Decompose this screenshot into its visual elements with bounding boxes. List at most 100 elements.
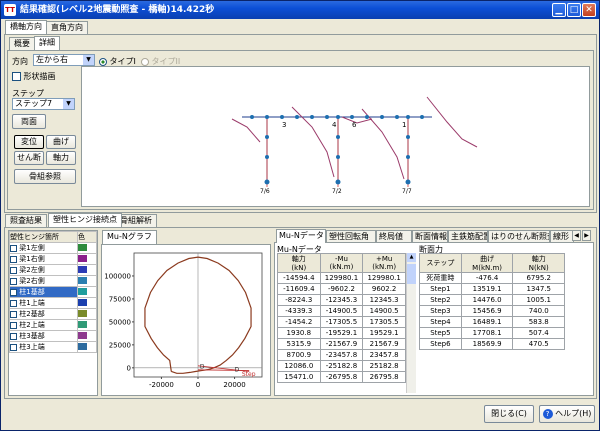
maximize-icon: □: [569, 5, 579, 15]
node-label: 1: [402, 121, 406, 129]
column-header: ステップ: [419, 253, 462, 273]
step-table-wrap[interactable]: ステップ 曲げ M(kN.m) 軸力 N(kN) 死荷重時 -476.4 6795.2 S…: [419, 253, 567, 350]
hinge-color-cell: [77, 242, 97, 254]
radio-on-icon: [99, 57, 107, 66]
table-cell: Step4: [419, 316, 462, 328]
table-row[interactable]: 15471.0 -26795.8 26795.8: [277, 371, 406, 383]
table-cell: 1347.5: [512, 283, 565, 295]
tab-bridge-axis[interactable]: 橋軸方向: [5, 20, 47, 34]
table-row[interactable]: -8224.3 -12345.3 12345.3: [277, 294, 406, 306]
checkbox-icon[interactable]: [10, 310, 17, 318]
tab-overview[interactable]: 概要: [9, 37, 35, 50]
table-row[interactable]: Step5 17708.1 507.4: [419, 327, 565, 339]
data-tab[interactable]: Mu-Nデータ: [276, 229, 326, 243]
hinge-row[interactable]: 梁2右側: [9, 275, 97, 287]
result-window: TT 結果確認(レベル2地震動照査 - 橋軸)14.422秒 ▁ □ ✕ 橋軸方…: [0, 0, 600, 431]
minimize-button[interactable]: ▁: [552, 3, 566, 17]
column-header: +Mu (kN.m): [362, 253, 406, 273]
table-row[interactable]: Step1 13519.1 1347.5: [419, 283, 565, 295]
table-row[interactable]: 5315.9 -21567.9 21567.9: [277, 338, 406, 350]
tab-scroll-right-button[interactable]: ▶: [582, 230, 591, 241]
table-row[interactable]: -4339.3 -14900.5 14900.5: [277, 305, 406, 317]
table-row[interactable]: -1454.2 -17305.5 17305.5: [277, 316, 406, 328]
hinge-row[interactable]: 柱3上端: [9, 341, 97, 353]
title-bar[interactable]: TT 結果確認(レベル2地震動照査 - 橋軸)14.422秒 ▁ □ ✕: [1, 1, 599, 19]
table-row[interactable]: Step2 14476.0 1005.1: [419, 294, 565, 306]
checkbox-icon[interactable]: [10, 255, 17, 263]
table-row[interactable]: 12086.0 -25182.8 25182.8: [277, 360, 406, 372]
mu-n-table-wrap[interactable]: 軸力 (kN) -Mu (kN.m) +Mu (kN.m) -14594.4 1299…: [277, 253, 416, 393]
displacement-button[interactable]: 変位: [14, 135, 44, 149]
help-button[interactable]: ? ヘルプ(H): [539, 405, 595, 423]
hinge-row[interactable]: 柱1基部: [9, 286, 97, 298]
table-row[interactable]: Step3 15456.9 740.0: [419, 305, 565, 317]
table-cell: -12345.3: [319, 294, 364, 306]
step-select[interactable]: ステップ7 ▼: [12, 98, 75, 110]
color-swatch: [78, 331, 87, 339]
tab-scroll-left-button[interactable]: ◀: [572, 230, 581, 241]
chevron-down-icon: ▼: [83, 55, 94, 65]
table-row[interactable]: Step4 16489.1 583.8: [419, 316, 565, 328]
table-cell: -21567.9: [319, 338, 364, 350]
color-swatch: [78, 287, 87, 295]
table-row[interactable]: 1930.8 -19529.1 19529.1: [277, 327, 406, 339]
hinge-list[interactable]: 塑性ヒンジ箇所 色 梁1左側 梁1右側 梁2左側 梁2右側 柱1基部 柱1上端 …: [8, 230, 98, 396]
checkbox-icon[interactable]: [10, 266, 17, 274]
frame-diagram: 3 4 6 1 7/6 7/2 7/7: [231, 96, 478, 195]
hinge-row[interactable]: 梁1左側: [9, 242, 97, 254]
checkbox-icon[interactable]: [10, 321, 17, 329]
checkbox-icon[interactable]: [10, 277, 17, 285]
tab-mu-n-graph[interactable]: Mu-Nグラフ: [102, 230, 157, 244]
tab-check-results[interactable]: 照査結果: [5, 214, 47, 227]
question-icon: ?: [542, 408, 553, 419]
table-cell: -4339.3: [277, 305, 321, 317]
table-scrollbar[interactable]: ▲: [406, 253, 416, 393]
maximize-button[interactable]: □: [567, 3, 581, 17]
checkbox-icon[interactable]: [10, 288, 17, 296]
hinge-row[interactable]: 梁2左側: [9, 264, 97, 276]
tab-perpendicular[interactable]: 直角方向: [46, 21, 88, 34]
table-row[interactable]: -11609.4 -9602.2 9602.2: [277, 283, 406, 295]
table-cell: 740.0: [512, 305, 565, 317]
table-cell: 14900.5: [362, 305, 406, 317]
table-row[interactable]: 死荷重時 -476.4 6795.2: [419, 272, 565, 284]
hinge-cell: 柱2上端: [9, 319, 78, 331]
checkbox-icon[interactable]: [10, 332, 17, 340]
hinge-label: 梁2左側: [19, 266, 45, 274]
shape-checkbox[interactable]: 形状描画: [12, 71, 56, 82]
shear-button[interactable]: せん断: [14, 151, 44, 165]
node-label: 4: [332, 121, 337, 129]
table-row[interactable]: -14594.4 129980.1 129980.1: [277, 272, 406, 284]
bending-button[interactable]: 曲げ: [46, 135, 76, 149]
close-button[interactable]: ✕: [582, 3, 596, 17]
table-cell: 18569.9: [460, 338, 514, 350]
hinge-label: 柱3上端: [19, 343, 45, 351]
axial-button[interactable]: 軸力: [46, 151, 76, 165]
checkbox-icon[interactable]: [10, 244, 17, 252]
hinge-row[interactable]: 梁1右側: [9, 253, 97, 265]
checkbox-icon[interactable]: [10, 343, 17, 351]
node-label: 6: [352, 121, 357, 129]
hinge-row[interactable]: 柱1上端: [9, 297, 97, 309]
hinge-row[interactable]: 柱2上端: [9, 319, 97, 331]
radio-off-icon: [141, 57, 149, 66]
hinge-cell: 梁2右側: [9, 275, 78, 287]
frame-reference-button[interactable]: 骨組参照: [14, 169, 76, 184]
color-header: 色: [77, 231, 97, 243]
table-row[interactable]: 8700.9 -23457.8 23457.8: [277, 349, 406, 361]
hinge-row[interactable]: 柱3基部: [9, 330, 97, 342]
color-swatch: [78, 309, 87, 317]
tab-plastic-hinge[interactable]: 塑性ヒンジ接続点: [48, 213, 122, 227]
hinge-cell: 梁2左側: [9, 264, 78, 276]
table-row[interactable]: Step6 18569.9 470.5: [419, 338, 565, 350]
table-cell: Step1: [419, 283, 462, 295]
tab-detail[interactable]: 詳細: [34, 36, 60, 50]
frame-view[interactable]: 3 4 6 1 7/6 7/2 7/7: [81, 66, 590, 207]
scroll-thumb[interactable]: [407, 264, 416, 284]
annotation-label: D: [235, 366, 240, 373]
direction-select[interactable]: 左から右 ▼: [33, 54, 95, 66]
hinge-row[interactable]: 柱2基部: [9, 308, 97, 320]
close-dialog-button[interactable]: 閉じる(C): [484, 405, 534, 423]
checkbox-icon[interactable]: [10, 299, 17, 307]
reset-button[interactable]: 両面: [12, 114, 46, 129]
